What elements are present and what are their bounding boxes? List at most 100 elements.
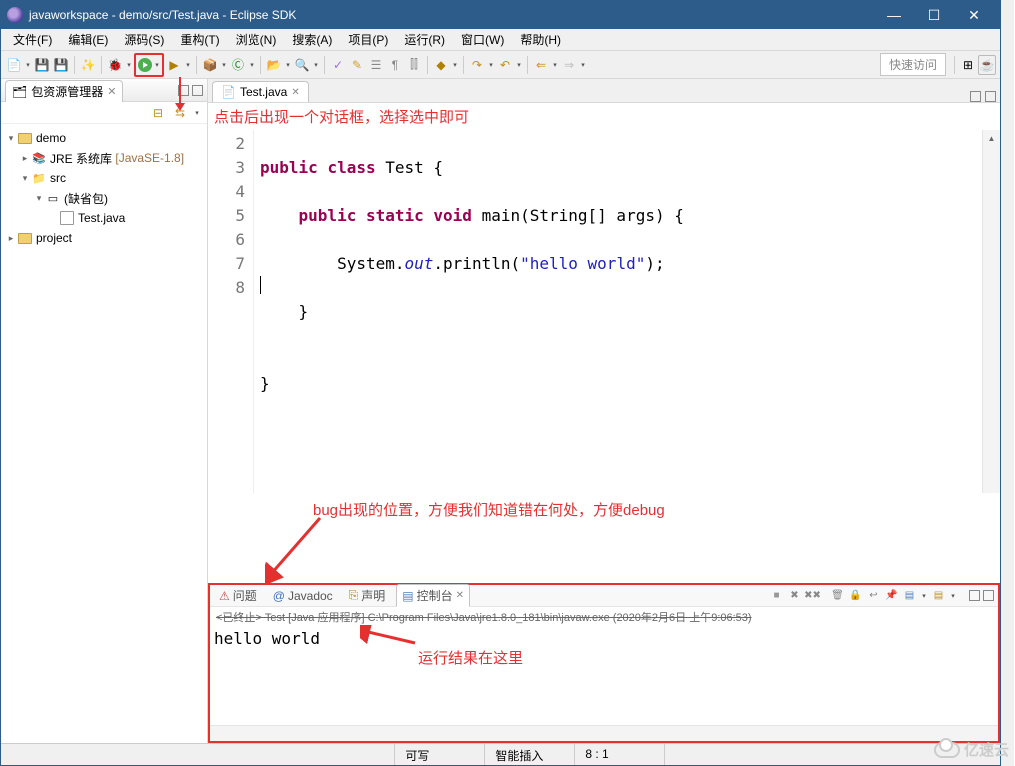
open-console-icon[interactable]: ▤ bbox=[931, 588, 946, 603]
toggle-mark-icon[interactable]: ✎ bbox=[348, 55, 366, 75]
watermark: 亿速云 bbox=[934, 739, 1009, 760]
tree-test-java[interactable]: Test.java bbox=[3, 208, 205, 228]
display-selected-icon[interactable]: ▤ bbox=[902, 588, 917, 603]
menu-edit[interactable]: 编辑(E) bbox=[60, 29, 116, 50]
java-file-icon: 📄 bbox=[221, 85, 236, 99]
debug-dd[interactable]: ▾ bbox=[125, 61, 133, 69]
menu-help[interactable]: 帮助(H) bbox=[512, 29, 569, 50]
run-dd[interactable]: ▾ bbox=[153, 61, 161, 69]
quick-access[interactable]: 快速访问 bbox=[880, 53, 946, 76]
maximize-icon[interactable] bbox=[985, 91, 996, 102]
coverage-icon[interactable]: ▶ bbox=[165, 55, 183, 75]
clear-console-icon[interactable]: 🗑 bbox=[830, 588, 845, 603]
close-icon[interactable]: ✕ bbox=[107, 85, 116, 98]
package-explorer-title: 包资源管理器 bbox=[31, 83, 103, 100]
status-writable: 可写 bbox=[395, 744, 485, 765]
prev-annotation-icon[interactable]: ↶ bbox=[496, 55, 514, 75]
tab-declaration[interactable]: ⎘声明 bbox=[344, 585, 391, 606]
console-icon: ▤ bbox=[402, 589, 413, 603]
package-explorer-tab[interactable]: 🗂 包资源管理器 ✕ bbox=[5, 80, 123, 102]
console-launch-info: <已终止> Test [Java 应用程序] C:\Program Files\… bbox=[210, 607, 998, 627]
menu-navigate[interactable]: 浏览(N) bbox=[228, 29, 285, 50]
annotation-arrow-run bbox=[179, 77, 181, 105]
debug-icon[interactable]: 🐞 bbox=[106, 55, 124, 75]
toggle-breadcrumb-icon[interactable]: ⫿⫿ bbox=[405, 55, 423, 75]
pin-console-icon[interactable]: 📌 bbox=[884, 588, 899, 603]
console-output[interactable]: hello world bbox=[210, 627, 998, 725]
task-icon[interactable]: ✓ bbox=[329, 55, 347, 75]
scroll-up-icon[interactable]: ▲ bbox=[983, 130, 1000, 146]
back-icon[interactable]: ⇐ bbox=[532, 55, 550, 75]
tree-default-package[interactable]: ▾▭(缺省包) bbox=[3, 188, 205, 208]
perspective-open-icon[interactable]: ⊞ bbox=[959, 55, 977, 75]
vertical-scrollbar[interactable]: ▲ bbox=[982, 130, 1000, 493]
declaration-icon: ⎘ bbox=[349, 588, 359, 603]
cloud-icon bbox=[934, 742, 960, 758]
close-button[interactable]: ✕ bbox=[954, 1, 994, 29]
maximize-button[interactable]: ☐ bbox=[914, 1, 954, 29]
annotation-output-here: 运行结果在这里 bbox=[418, 647, 523, 668]
wand-icon[interactable]: ✨ bbox=[79, 55, 97, 75]
save-icon[interactable]: 💾 bbox=[33, 55, 51, 75]
package-icon: ▭ bbox=[45, 190, 61, 206]
editor-tab-test[interactable]: 📄 Test.java ✕ bbox=[212, 81, 309, 102]
tab-problems[interactable]: ⚠问题 bbox=[214, 585, 262, 606]
collapse-all-icon[interactable]: ⊟ bbox=[149, 103, 167, 123]
editor-minimize-controls bbox=[970, 91, 996, 102]
menu-search[interactable]: 搜索(A) bbox=[284, 29, 340, 50]
scroll-lock-icon[interactable]: 🔒 bbox=[848, 588, 863, 603]
tree-jre-library[interactable]: ▸📚JRE 系统库 [JavaSE-1.8] bbox=[3, 148, 205, 168]
remove-all-icon[interactable]: ✖✖ bbox=[805, 588, 820, 603]
menu-project[interactable]: 项目(P) bbox=[340, 29, 396, 50]
package-explorer-icon: 🗂 bbox=[12, 85, 27, 99]
minimize-icon[interactable] bbox=[969, 590, 980, 601]
minimize-button[interactable]: — bbox=[874, 1, 914, 29]
status-insert-mode: 智能插入 bbox=[485, 744, 575, 765]
terminate-icon[interactable]: ■ bbox=[769, 588, 784, 603]
nav-icon[interactable]: ◆ bbox=[432, 55, 450, 75]
annotation-click-run: 点击后出现一个对话框，选择选中即可 bbox=[208, 103, 1000, 130]
right-sash[interactable] bbox=[1001, 0, 1014, 766]
menu-source[interactable]: 源码(S) bbox=[116, 29, 172, 50]
toggle-block-icon[interactable]: ☰ bbox=[367, 55, 385, 75]
show-whitespace-icon[interactable]: ¶ bbox=[386, 55, 404, 75]
forward-icon[interactable]: ⇒ bbox=[560, 55, 578, 75]
title-bar: javaworkspace - demo/src/Test.java - Ecl… bbox=[1, 1, 1000, 29]
tree-project-demo[interactable]: ▾demo bbox=[3, 128, 205, 148]
view-menu-icon[interactable]: ▾ bbox=[193, 109, 201, 117]
menu-refactor[interactable]: 重构(T) bbox=[172, 29, 227, 50]
minimize-icon[interactable] bbox=[970, 91, 981, 102]
menu-file[interactable]: 文件(F) bbox=[5, 29, 60, 50]
remove-launch-icon[interactable]: ✖ bbox=[787, 588, 802, 603]
horizontal-scrollbar[interactable] bbox=[210, 725, 998, 741]
new-class-icon[interactable]: Ⓒ bbox=[229, 55, 247, 75]
new-pkg-icon[interactable]: 📦 bbox=[201, 55, 219, 75]
open-type-icon[interactable]: 📂 bbox=[265, 55, 283, 75]
save-all-icon[interactable]: 💾 bbox=[52, 55, 70, 75]
search-icon[interactable]: 🔍 bbox=[293, 55, 311, 75]
maximize-icon[interactable] bbox=[983, 590, 994, 601]
tab-console[interactable]: ▤控制台✕ bbox=[396, 584, 470, 607]
tab-javadoc[interactable]: @Javadoc bbox=[268, 587, 338, 605]
menu-window[interactable]: 窗口(W) bbox=[453, 29, 512, 50]
project-icon bbox=[17, 130, 33, 146]
new-dd[interactable]: ▾ bbox=[24, 61, 32, 69]
tree-src-folder[interactable]: ▾📁src bbox=[3, 168, 205, 188]
bottom-panel: ⚠问题 @Javadoc ⎘声明 ▤控制台✕ ■ ✖ ✖✖ 🗑 🔒 ↩ 📌 ▤▾ bbox=[208, 583, 1000, 743]
close-icon[interactable]: ✕ bbox=[456, 590, 464, 601]
word-wrap-icon[interactable]: ↩ bbox=[866, 588, 881, 603]
code-editor[interactable]: 2345678 public class Test { public stati… bbox=[208, 130, 1000, 493]
new-icon[interactable]: 📄 bbox=[5, 55, 23, 75]
maximize-view-icon[interactable] bbox=[192, 85, 203, 96]
tree-project-project[interactable]: ▸project bbox=[3, 228, 205, 248]
next-annotation-icon[interactable]: ↷ bbox=[468, 55, 486, 75]
src-folder-icon: 📁 bbox=[31, 170, 47, 186]
close-icon[interactable]: ✕ bbox=[291, 87, 299, 98]
annotation-bug-position: bug出现的位置，方便我们知道错在何处，方便debug bbox=[313, 499, 665, 520]
code-content[interactable]: public class Test { public static void m… bbox=[254, 130, 982, 493]
java-perspective-icon[interactable]: ☕ bbox=[978, 55, 996, 75]
editor-area: 📄 Test.java ✕ 点击后出现一个对话框，选择选中即可 2345678 … bbox=[208, 79, 1000, 743]
menu-run[interactable]: 运行(R) bbox=[396, 29, 453, 50]
run-button[interactable] bbox=[137, 55, 153, 75]
view-header: 🗂 包资源管理器 ✕ bbox=[1, 79, 207, 102]
